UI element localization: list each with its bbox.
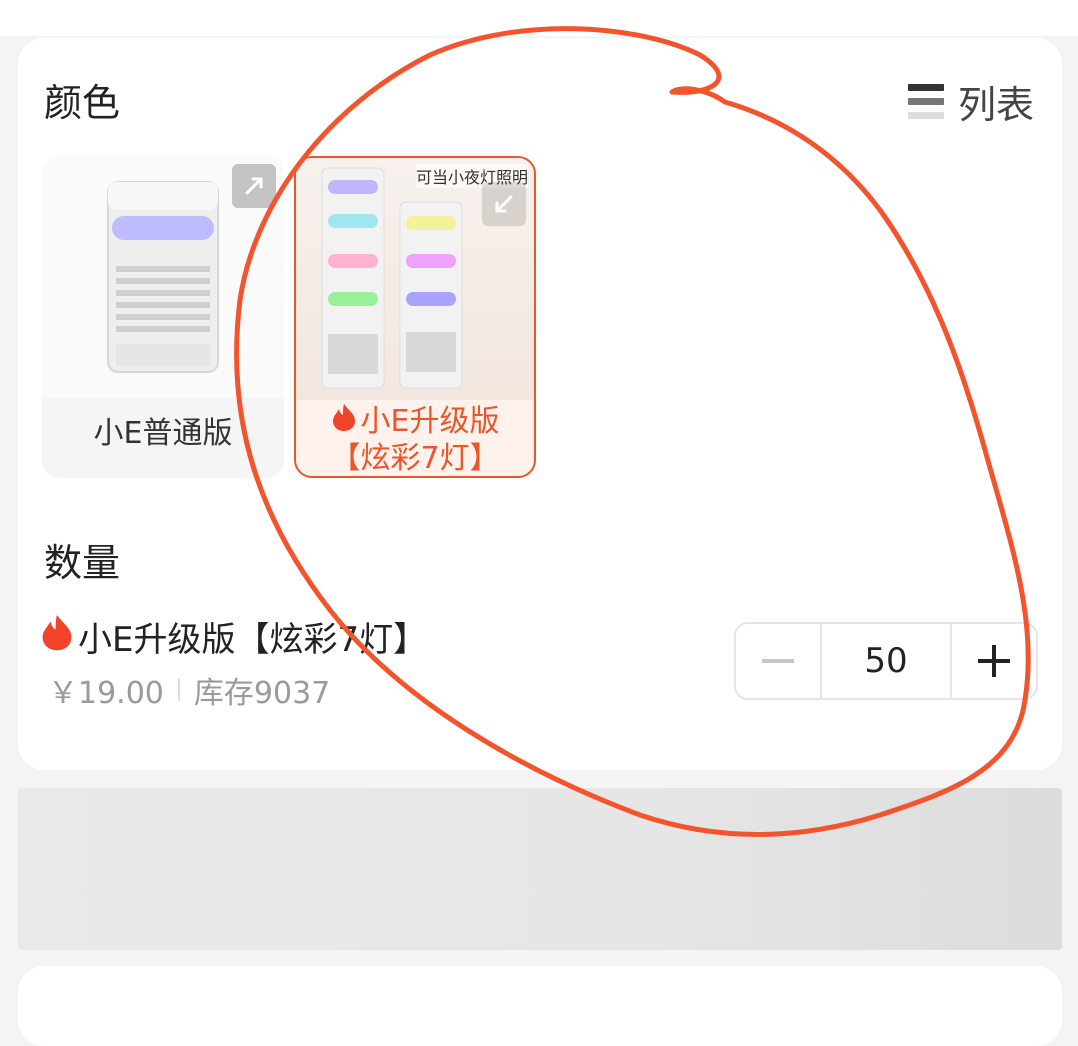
price-stock-row: ￥19.00 库存9037 (48, 668, 330, 712)
option-label-upgrade: 小E升级版 【炫彩7灯】 (296, 402, 534, 477)
increase-button[interactable] (952, 624, 1036, 698)
product-image-normal (42, 156, 284, 398)
quantity-section-title: 数量 (44, 541, 121, 585)
list-view-icon (906, 82, 946, 122)
option-label-upgrade-line2: 【炫彩7灯】 (330, 441, 500, 476)
option-label-normal: 小E普通版 (93, 416, 233, 451)
color-option-normal[interactable]: 小E普通版 (42, 156, 284, 478)
list-view-toggle[interactable]: 列表 (906, 74, 1034, 129)
product-image-upgrade: 可当小夜灯照明 (296, 158, 534, 400)
selected-product-name-text: 小E升级版【炫彩7灯】 (78, 620, 428, 660)
plus-icon (978, 645, 1010, 677)
fire-icon (331, 402, 357, 441)
minus-icon (762, 659, 794, 663)
expand-icon[interactable] (232, 164, 276, 208)
fire-icon (40, 612, 74, 661)
list-view-label: 列表 (958, 83, 1035, 127)
color-section-title: 颜色 (44, 81, 121, 125)
quantity-stepper: 50 (734, 622, 1038, 700)
selected-product-name: 小E升级版【炫彩7灯】 (40, 612, 427, 661)
quantity-input[interactable]: 50 (820, 624, 952, 698)
divider (177, 679, 180, 701)
sku-selection-card: 颜色 列表 小E普通版 可当小夜灯照明 小E升级版 【炫彩7灯】 数量 小E升级… (18, 38, 1062, 770)
placeholder-banner (18, 788, 1062, 950)
top-strip (0, 0, 1078, 36)
color-option-upgrade[interactable]: 可当小夜灯照明 小E升级版 【炫彩7灯】 (294, 156, 536, 478)
price: ￥19.00 (48, 676, 164, 711)
stock: 库存9037 (193, 676, 331, 711)
option-label-upgrade-line1: 小E升级版 (360, 403, 500, 439)
decrease-button[interactable] (736, 624, 820, 698)
next-card (18, 966, 1062, 1046)
expand-icon[interactable] (482, 182, 526, 226)
